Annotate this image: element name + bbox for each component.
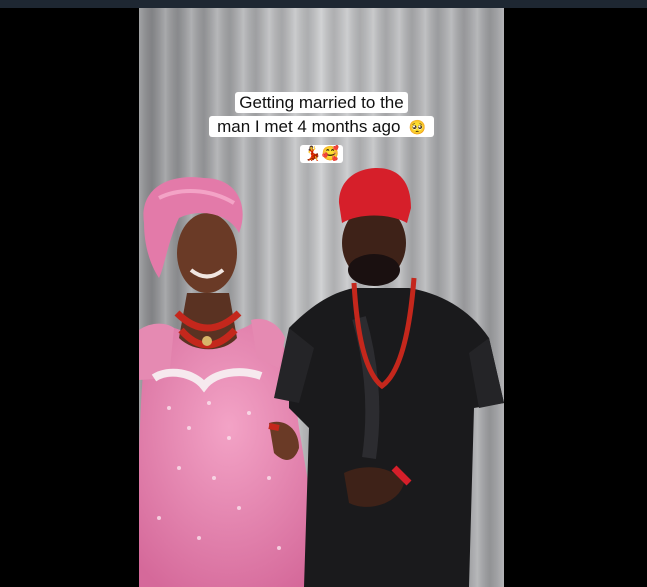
video-player[interactable]: Getting married to the man I met 4 month… xyxy=(139,8,504,587)
caption-line-3: 💃🥰 xyxy=(139,141,504,166)
top-bar xyxy=(0,0,647,8)
dancer-smiling-hearts-icon: 💃🥰 xyxy=(300,145,343,163)
caption-line-1-text: Getting married to the xyxy=(235,92,408,113)
pleading-face-icon: 🥺 xyxy=(404,119,430,137)
caption-line-1: Getting married to the xyxy=(139,91,504,114)
media-viewer: Getting married to the man I met 4 month… xyxy=(0,8,647,587)
caption-line-2: man I met 4 months ago 🥺 xyxy=(139,115,504,140)
video-caption: Getting married to the man I met 4 month… xyxy=(139,91,504,167)
caption-line-2-text: man I met 4 months ago xyxy=(213,116,405,137)
